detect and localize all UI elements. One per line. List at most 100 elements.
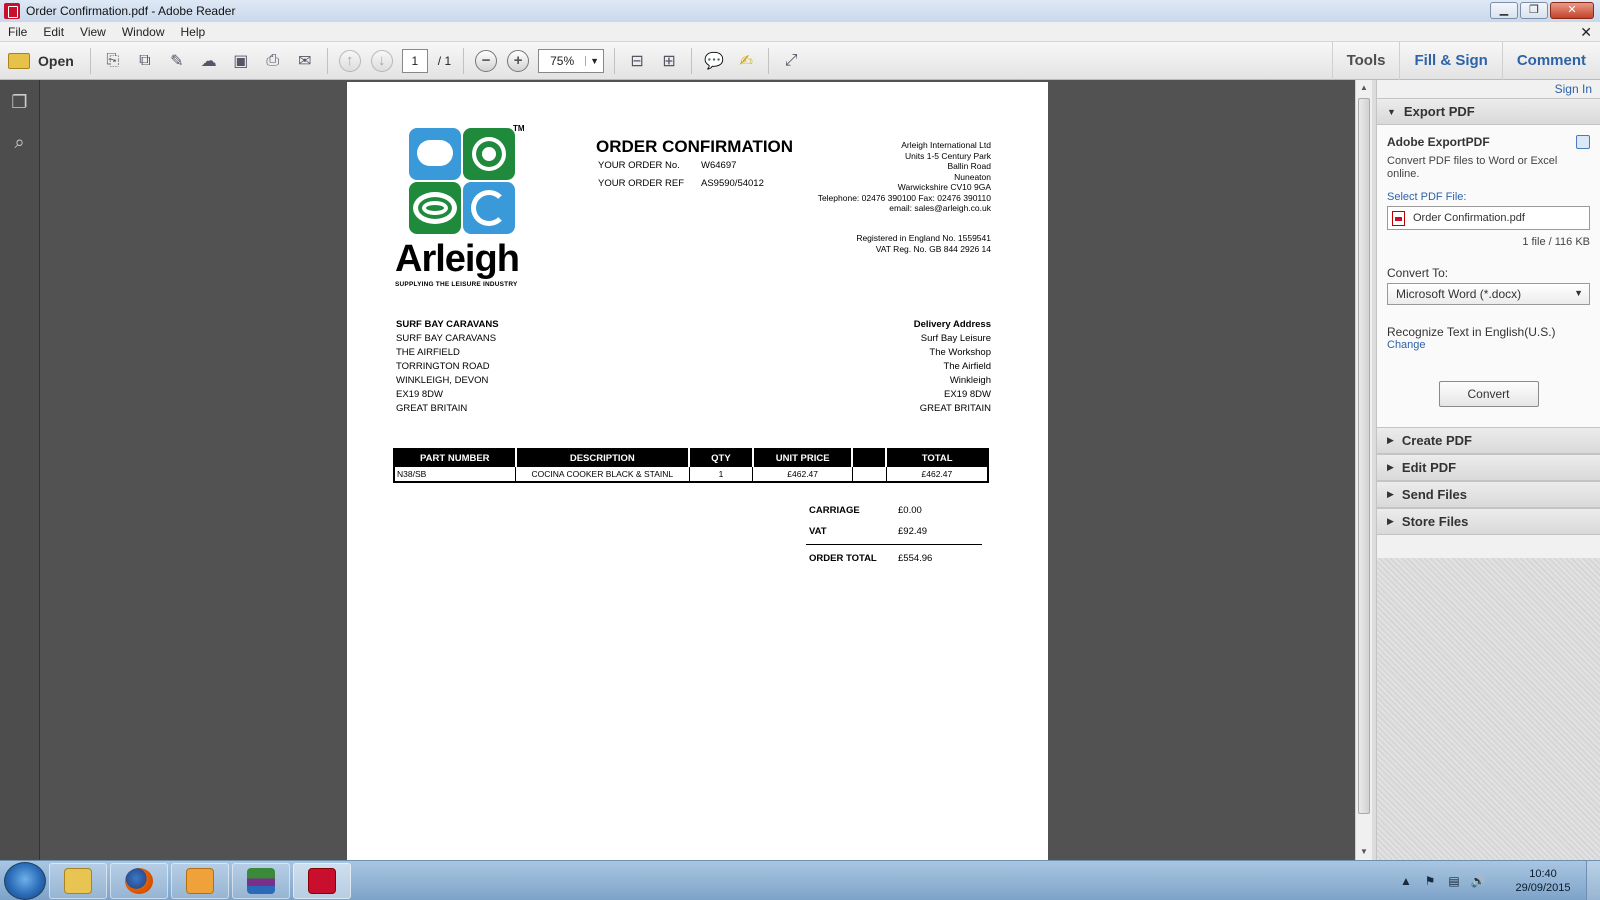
create-pdf-icon[interactable]: ⎘ bbox=[101, 49, 125, 73]
table-cell: COCINA COOKER BLACK & STAINL bbox=[515, 467, 690, 482]
open-button[interactable]: Open bbox=[8, 52, 74, 69]
taskbar-adobe-reader[interactable] bbox=[293, 862, 351, 899]
column-header: PART NUMBER bbox=[394, 449, 517, 467]
billing-address: SURF BAY CARAVANS SURF BAY CARAVANS THE … bbox=[396, 318, 499, 416]
column-header bbox=[852, 449, 888, 467]
total-value: £0.00 bbox=[898, 505, 922, 516]
start-button[interactable] bbox=[4, 861, 46, 900]
adobe-reader-icon bbox=[308, 867, 336, 894]
order-number-value: W64697 bbox=[701, 160, 737, 171]
volume-icon[interactable]: 🔊 bbox=[1469, 874, 1487, 888]
chevron-down-icon: ▼ bbox=[1574, 288, 1583, 298]
order-items-table: PART NUMBER DESCRIPTION QTY UNIT PRICE T… bbox=[393, 448, 989, 483]
upload-cloud-icon[interactable]: ☁ bbox=[197, 49, 221, 73]
delivery-address: Delivery Address Surf Bay Leisure The Wo… bbox=[914, 318, 991, 416]
total-label: ORDER TOTAL bbox=[809, 553, 877, 564]
convert-button[interactable]: Convert bbox=[1438, 381, 1539, 407]
document-viewer: TM Arleigh SUPPLYING THE LEISURE INDUSTR… bbox=[40, 80, 1355, 860]
highlight-icon[interactable]: ✍ bbox=[734, 49, 758, 73]
cloud-tile bbox=[409, 128, 461, 180]
export-info-icon[interactable] bbox=[1576, 135, 1590, 149]
pdf-page: TM Arleigh SUPPLYING THE LEISURE INDUSTR… bbox=[347, 82, 1048, 860]
menu-view[interactable]: View bbox=[72, 25, 114, 39]
convert-format-select[interactable]: Microsoft Word (*.docx) ▼ bbox=[1387, 283, 1590, 305]
rings-tile bbox=[409, 182, 461, 234]
show-hidden-icons-icon[interactable]: ▲ bbox=[1397, 874, 1415, 888]
minimize-button[interactable]: ▁ bbox=[1490, 2, 1518, 19]
scroll-up-icon[interactable]: ▲ bbox=[1356, 80, 1372, 96]
system-clock[interactable]: 10:40 29/09/2015 bbox=[1500, 867, 1586, 895]
toolbar-separator bbox=[326, 47, 328, 74]
show-desktop-button[interactable] bbox=[1586, 861, 1600, 900]
menu-window[interactable]: Window bbox=[114, 25, 173, 39]
restore-button[interactable]: ❐ bbox=[1520, 2, 1548, 19]
full-screen-icon[interactable]: ⤢ bbox=[779, 49, 803, 73]
tab-comment[interactable]: Comment bbox=[1501, 42, 1600, 80]
address-line: Surf Bay Leisure bbox=[920, 333, 991, 344]
page-thumbnails-icon[interactable]: ❐ bbox=[10, 92, 30, 114]
page-number-input[interactable]: 1 bbox=[401, 48, 428, 73]
combine-files-icon[interactable]: ⧉ bbox=[133, 49, 157, 73]
edit-pdf-header[interactable]: ▶ Edit PDF bbox=[1377, 454, 1600, 481]
edit-pdf-icon[interactable]: ✎ bbox=[165, 49, 189, 73]
taskbar-outlook[interactable] bbox=[171, 862, 229, 899]
print-icon[interactable]: ⎙ bbox=[261, 49, 285, 73]
previous-page-icon[interactable]: ↑ bbox=[338, 49, 361, 72]
address-line: SURF BAY CARAVANS bbox=[396, 319, 499, 330]
close-button[interactable]: ✕ bbox=[1550, 2, 1594, 19]
open-label: Open bbox=[38, 52, 74, 69]
order-fields: YOUR ORDER No. W64697 YOUR ORDER REF AS9… bbox=[598, 160, 764, 196]
export-pdf-panel: Adobe ExportPDF Convert PDF files to Wor… bbox=[1377, 125, 1600, 427]
menu-help[interactable]: Help bbox=[173, 25, 214, 39]
export-pdf-title: Export PDF bbox=[1403, 104, 1475, 119]
store-files-header[interactable]: ▶ Store Files bbox=[1377, 508, 1600, 535]
clock-date: 29/09/2015 bbox=[1515, 882, 1571, 894]
send-files-header[interactable]: ▶ Send Files bbox=[1377, 481, 1600, 508]
sticky-note-icon[interactable]: 💬 bbox=[702, 49, 726, 73]
zoom-in-icon[interactable]: + bbox=[507, 49, 530, 72]
address-line: The Airfield bbox=[943, 361, 991, 372]
create-pdf-header[interactable]: ▶ Create PDF bbox=[1377, 427, 1600, 454]
order-totals: CARRIAGE £0.00 VAT £92.49 ORDER TOTAL £5… bbox=[806, 500, 982, 569]
sign-in-link[interactable]: Sign In bbox=[1377, 80, 1600, 98]
brand-name: Arleigh bbox=[395, 238, 520, 280]
address-line: SURF BAY CARAVANS bbox=[396, 333, 497, 344]
fit-width-icon[interactable]: ⊞ bbox=[657, 49, 681, 73]
change-language-link[interactable]: Change bbox=[1387, 339, 1590, 351]
vertical-scrollbar[interactable]: ▲ ▼ bbox=[1355, 80, 1372, 860]
fit-page-icon[interactable]: ⊟ bbox=[625, 49, 649, 73]
taskbar-firefox[interactable] bbox=[110, 862, 168, 899]
order-number-label: YOUR ORDER No. bbox=[598, 160, 680, 171]
close-document-icon[interactable]: ✕ bbox=[1580, 24, 1592, 41]
action-center-flag-icon[interactable]: ⚑ bbox=[1421, 874, 1439, 888]
save-icon[interactable]: ▣ bbox=[229, 49, 253, 73]
menu-file[interactable]: File bbox=[0, 25, 35, 39]
network-icon[interactable]: ▤ bbox=[1445, 874, 1463, 888]
trademark: TM bbox=[513, 124, 525, 133]
triangle-right-icon: ▶ bbox=[1387, 462, 1394, 472]
scrollbar-thumb[interactable] bbox=[1358, 98, 1370, 814]
taskbar-sage[interactable] bbox=[232, 862, 290, 899]
outlook-icon bbox=[186, 867, 214, 894]
toolbar-separator bbox=[614, 47, 616, 74]
export-pdf-header[interactable]: ▼ Export PDF bbox=[1377, 98, 1600, 125]
registration-line: VAT Reg. No. GB 844 2926 14 bbox=[875, 243, 991, 254]
address-heading: Delivery Address bbox=[913, 319, 991, 330]
next-page-icon[interactable]: ↓ bbox=[370, 49, 393, 72]
taskbar-explorer[interactable] bbox=[49, 862, 107, 899]
address-line: TORRINGTON ROAD bbox=[396, 361, 490, 372]
company-line: Units 1-5 Century Park bbox=[905, 150, 991, 161]
zoom-select[interactable]: 75% ▼ bbox=[538, 48, 605, 73]
zoom-out-icon[interactable]: − bbox=[475, 49, 498, 72]
select-file-label: Select PDF File: bbox=[1387, 191, 1467, 203]
selected-file-field[interactable]: Order Confirmation.pdf bbox=[1387, 206, 1590, 230]
scroll-down-icon[interactable]: ▼ bbox=[1356, 844, 1372, 860]
clock-time: 10:40 bbox=[1529, 868, 1557, 880]
triangle-right-icon: ▶ bbox=[1387, 516, 1394, 526]
menu-edit[interactable]: Edit bbox=[35, 25, 72, 39]
attachments-icon[interactable]: ⌕ bbox=[10, 132, 30, 154]
email-icon[interactable]: ✉ bbox=[293, 49, 317, 73]
tab-tools[interactable]: Tools bbox=[1331, 42, 1400, 80]
chevron-down-icon[interactable]: ▼ bbox=[585, 55, 603, 66]
tab-fill-sign[interactable]: Fill & Sign bbox=[1399, 42, 1501, 80]
